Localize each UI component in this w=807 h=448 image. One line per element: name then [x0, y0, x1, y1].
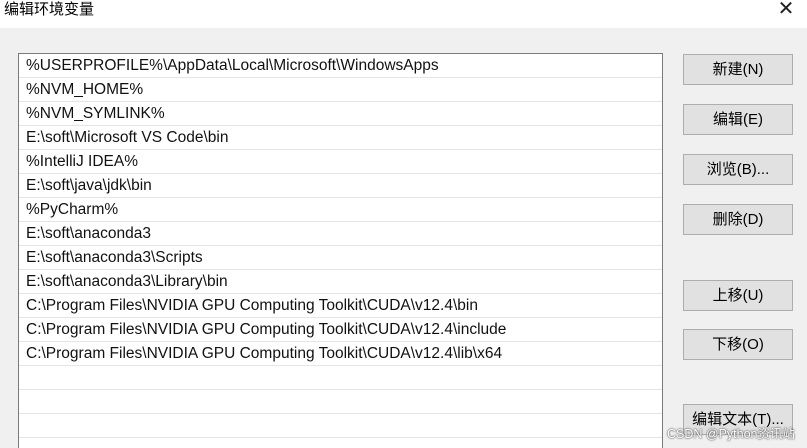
path-list-item[interactable] [19, 414, 662, 438]
path-list-item[interactable]: C:\Program Files\NVIDIA GPU Computing To… [19, 294, 662, 318]
move-up-button[interactable]: 上移(U) [683, 280, 793, 311]
edit-env-var-dialog: 编辑环境变量 ✕ %USERPROFILE%\AppData\Local\Mic… [0, 0, 807, 448]
path-list-item[interactable]: E:\soft\anaconda3 [19, 222, 662, 246]
dialog-title: 编辑环境变量 [4, 1, 95, 18]
path-list-item[interactable]: %IntelliJ IDEA% [19, 150, 662, 174]
browse-button[interactable]: 浏览(B)... [683, 154, 793, 185]
path-list-item[interactable]: E:\soft\java\jdk\bin [19, 174, 662, 198]
path-list[interactable]: %USERPROFILE%\AppData\Local\Microsoft\Wi… [18, 53, 663, 448]
path-list-item[interactable] [19, 438, 662, 448]
title-bar: 编辑环境变量 ✕ [0, 0, 807, 28]
path-list-item[interactable]: E:\soft\anaconda3\Library\bin [19, 270, 662, 294]
path-list-item[interactable] [19, 390, 662, 414]
close-icon[interactable]: ✕ [771, 0, 801, 24]
path-list-item[interactable]: E:\soft\Microsoft VS Code\bin [19, 126, 662, 150]
new-button[interactable]: 新建(N) [683, 54, 793, 85]
path-list-item[interactable] [19, 366, 662, 390]
move-down-button[interactable]: 下移(O) [683, 329, 793, 360]
path-list-item[interactable]: %PyCharm% [19, 198, 662, 222]
edit-button[interactable]: 编辑(E) [683, 104, 793, 135]
path-list-item[interactable]: E:\soft\anaconda3\Scripts [19, 246, 662, 270]
path-list-item[interactable]: %USERPROFILE%\AppData\Local\Microsoft\Wi… [19, 54, 662, 78]
watermark: CSDN @Python资讯站 [667, 427, 795, 441]
path-list-item[interactable]: %NVM_SYMLINK% [19, 102, 662, 126]
delete-button[interactable]: 删除(D) [683, 204, 793, 235]
path-list-item[interactable]: %NVM_HOME% [19, 78, 662, 102]
path-list-item[interactable]: C:\Program Files\NVIDIA GPU Computing To… [19, 318, 662, 342]
path-list-item[interactable]: C:\Program Files\NVIDIA GPU Computing To… [19, 342, 662, 366]
